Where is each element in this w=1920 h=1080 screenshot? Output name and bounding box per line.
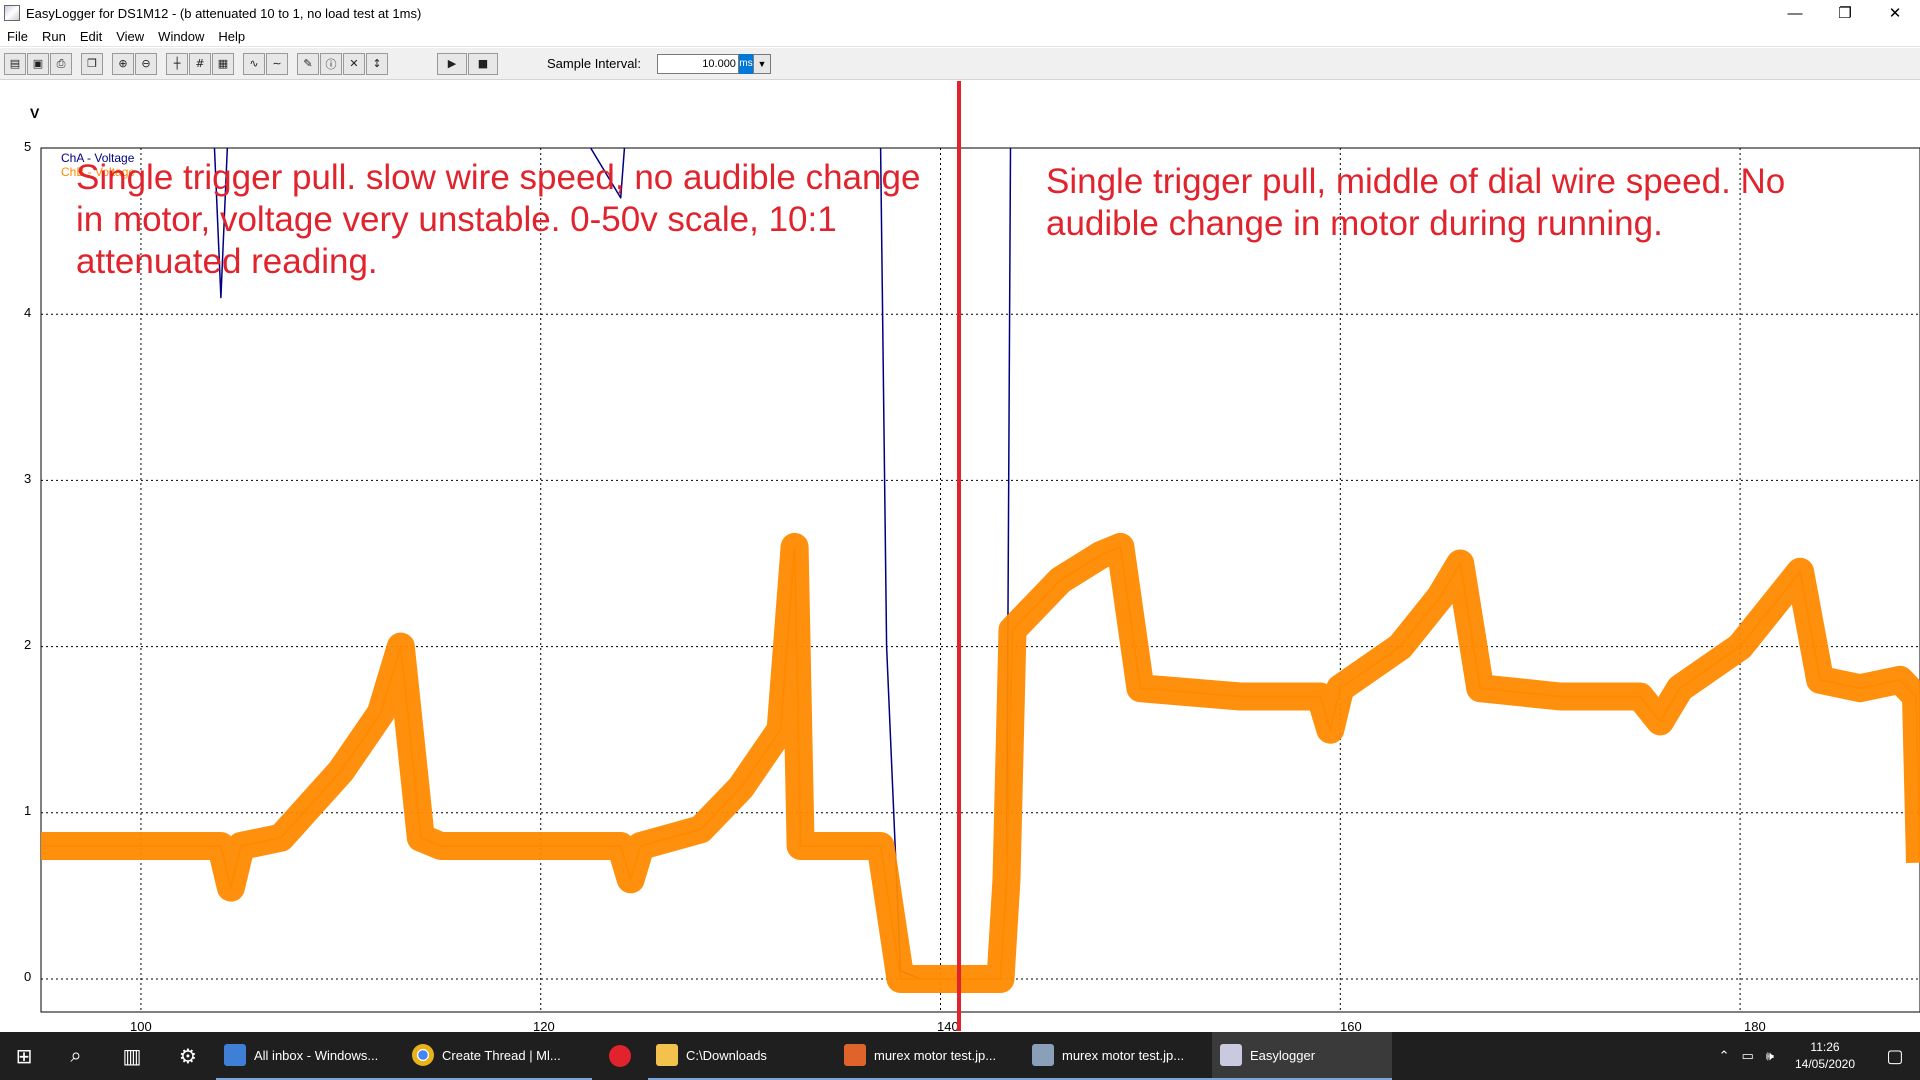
search-icon[interactable]: ⌕ — [48, 1032, 104, 1080]
taskbar-app-opera[interactable] — [592, 1032, 648, 1080]
menu-window[interactable]: Window — [151, 29, 211, 44]
annotation-text: Single trigger pull. slow wire speed, no… — [76, 158, 921, 281]
open-file-icon[interactable]: ▤ — [4, 52, 26, 75]
image-icon — [844, 1044, 866, 1066]
menu-help[interactable]: Help — [211, 29, 252, 44]
scale-icon[interactable]: ↕ — [366, 52, 388, 75]
menu-bar: File Run Edit View Window Help — [0, 27, 1920, 47]
stop-button[interactable]: ■ — [468, 52, 498, 75]
window-controls: — ❐ ✕ — [1770, 0, 1920, 26]
menu-run[interactable]: Run — [35, 29, 73, 44]
clock-time: 11:26 — [1810, 1040, 1840, 1054]
menu-view[interactable]: View — [109, 29, 151, 44]
restore-button[interactable]: ❐ — [1820, 0, 1870, 26]
menu-file[interactable]: File — [0, 29, 35, 44]
menu-edit[interactable]: Edit — [73, 29, 109, 44]
channel-a-icon[interactable]: ∿ — [243, 52, 265, 75]
print-icon[interactable]: ⎙ — [50, 52, 72, 75]
taskbar: ⊞ ⌕ ▥ ⚙ All inbox - Windows... Create Th… — [0, 1032, 1920, 1080]
zoom-in-icon[interactable]: ⊕ — [112, 52, 134, 75]
close-button[interactable]: ✕ — [1870, 0, 1920, 26]
gear-icon[interactable]: ⚙ — [160, 1032, 216, 1080]
window-title: EasyLogger for DS1M12 - (b attenuated 10… — [26, 5, 422, 21]
sample-interval-input[interactable] — [656, 53, 739, 74]
grid-fill-icon[interactable]: ▦ — [212, 52, 234, 75]
mail-icon — [224, 1044, 246, 1066]
easylogger-window: EasyLogger for DS1M12 - (b attenuated 10… — [0, 0, 1920, 1080]
volume-icon[interactable]: 🕪 — [1760, 1048, 1780, 1064]
chart-area[interactable]: V 5 4 3 2 1 0 100 120 140 160 180 ChA - … — [0, 81, 1920, 1034]
easylogger-app-icon — [4, 5, 20, 21]
network-icon[interactable]: ▭ — [1736, 1048, 1760, 1064]
zoom-out-icon[interactable]: ⊖ — [135, 52, 157, 75]
sample-interval-label: Sample Interval: — [547, 56, 641, 71]
easylogger-icon — [1220, 1044, 1242, 1066]
notification-icon[interactable]: ▢ — [1870, 1046, 1920, 1067]
opera-icon — [609, 1045, 631, 1067]
title-bar: EasyLogger for DS1M12 - (b attenuated 10… — [0, 0, 1920, 26]
play-button[interactable]: ▶ — [437, 52, 467, 75]
chrome-icon — [412, 1044, 434, 1066]
taskbar-app-chrome[interactable]: Create Thread | Ml... — [404, 1032, 592, 1080]
system-tray: ⌃ ▭ 🕪 11:26 14/05/2020 ▢ — [1713, 1032, 1920, 1080]
sample-interval-unit[interactable]: ms — [738, 53, 753, 74]
taskbar-app-explorer[interactable]: C:\Downloads — [648, 1032, 836, 1080]
cursor-icon[interactable]: ┼ — [166, 52, 188, 75]
windows-start-icon[interactable]: ⊞ — [0, 1032, 48, 1080]
taskbar-app-mail[interactable]: All inbox - Windows... — [216, 1032, 404, 1080]
folder-icon — [656, 1044, 678, 1066]
copy-icon[interactable]: ❐ — [81, 52, 103, 75]
taskbar-app-photo-2[interactable]: murex motor test.jp... — [1024, 1032, 1212, 1080]
channel-b-icon[interactable]: ∼ — [266, 52, 288, 75]
edit-icon[interactable]: ✎ — [297, 52, 319, 75]
paint-icon — [1032, 1044, 1054, 1066]
taskbar-app-photo-1[interactable]: murex motor test.jp... — [836, 1032, 1024, 1080]
chevron-up-icon[interactable]: ⌃ — [1713, 1048, 1736, 1064]
clock-date: 14/05/2020 — [1794, 1057, 1856, 1071]
minimize-button[interactable]: — — [1770, 0, 1820, 26]
info-icon[interactable]: ⓘ — [320, 52, 342, 75]
toolbar: ▤ ▣ ⎙ ❐ ⊕ ⊖ ┼ # ▦ ∿ ∼ ✎ ⓘ ✕ ↕ ▶ ■ Sample… — [0, 48, 1920, 80]
task-view-icon[interactable]: ▥ — [104, 1032, 160, 1080]
grid-icon[interactable]: # — [189, 52, 211, 75]
annotation-text: Single trigger pull, middle of dial wire… — [1046, 162, 1786, 243]
chevron-down-icon[interactable]: ▼ — [752, 53, 771, 74]
taskbar-app-easylogger[interactable]: Easylogger — [1212, 1032, 1392, 1080]
save-icon[interactable]: ▣ — [27, 52, 49, 75]
clock[interactable]: 11:26 14/05/2020 — [1780, 1039, 1870, 1073]
clear-icon[interactable]: ✕ — [343, 52, 365, 75]
